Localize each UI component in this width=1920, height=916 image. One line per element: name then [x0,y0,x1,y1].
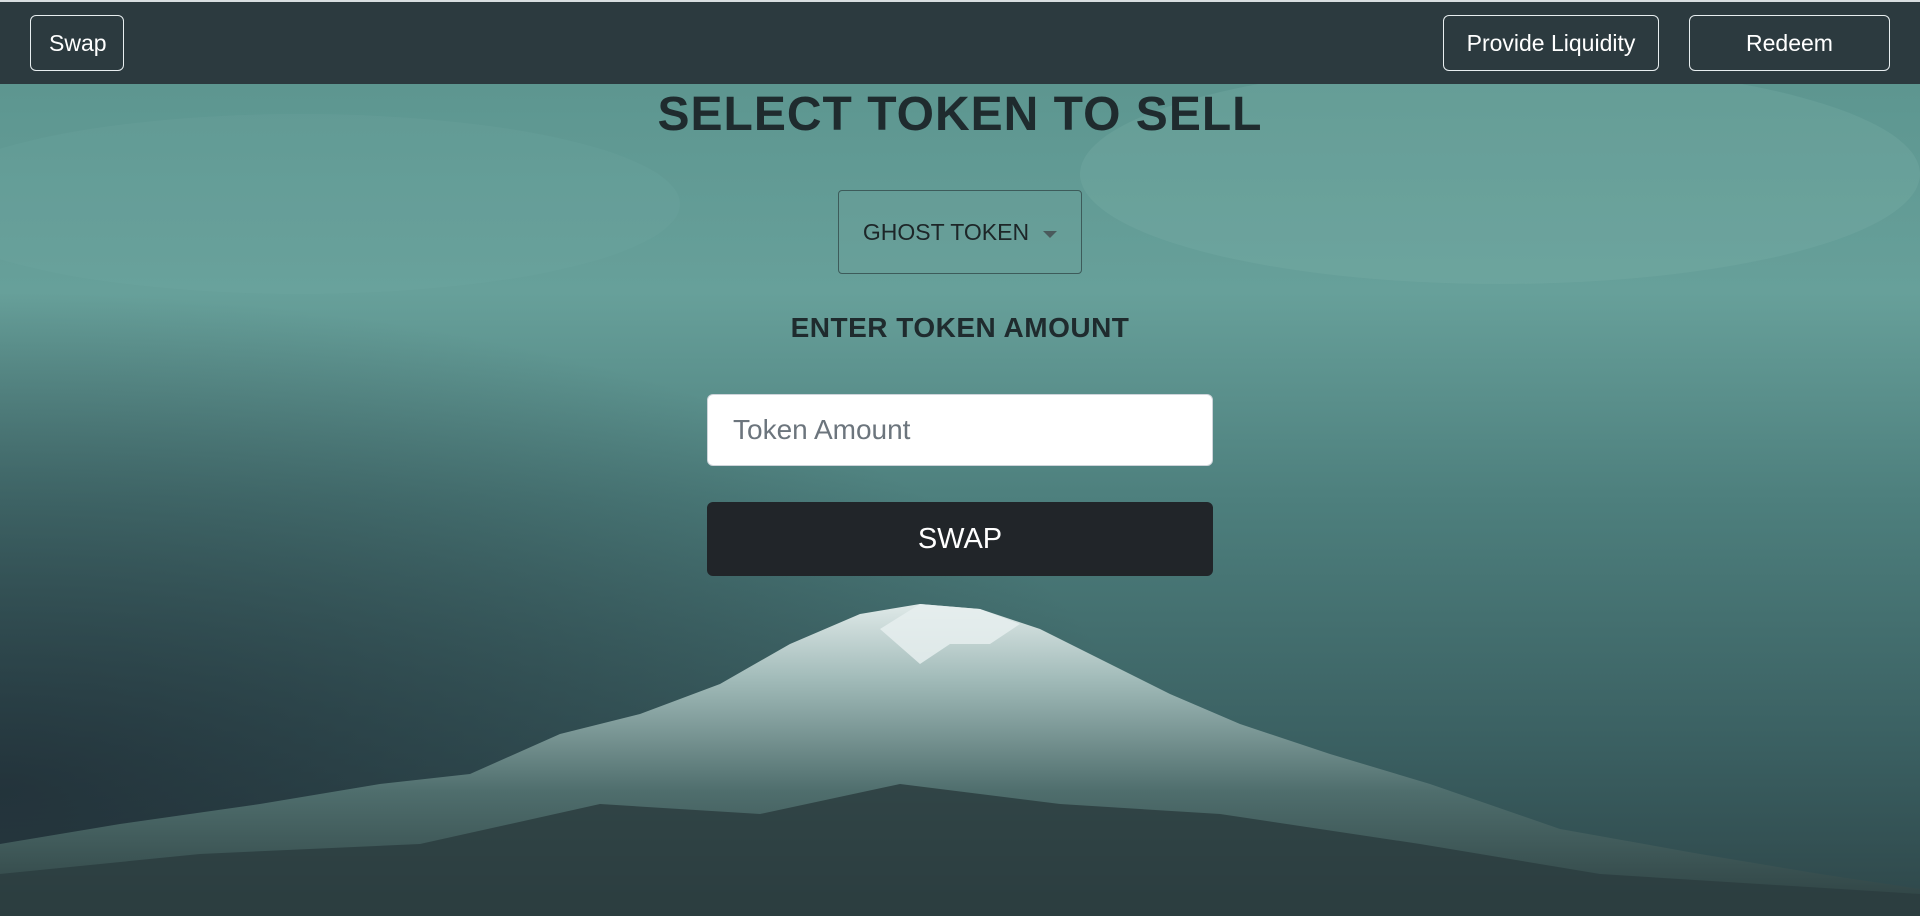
token-select-value: GHOST TOKEN [862,218,1030,245]
page-title: SELECT TOKEN TO SELL [657,88,1263,141]
navbar: Swap Provide Liquidity Redeem Shares [0,2,1920,110]
caret-down-icon [1043,230,1058,238]
nav-swap-button[interactable]: Swap [30,15,124,71]
nav-provide-liquidity-button[interactable]: Provide Liquidity [1443,15,1659,71]
swap-button[interactable]: SWAP [707,502,1213,576]
token-amount-input[interactable] [707,394,1213,466]
swap-panel: SELECT TOKEN TO SELL GHOST TOKEN ENTER T… [0,84,1920,916]
token-select-dropdown[interactable]: GHOST TOKEN [838,190,1082,274]
amount-heading: ENTER TOKEN AMOUNT [790,312,1130,343]
nav-redeem-shares-button[interactable]: Redeem Shares [1689,15,1890,110]
